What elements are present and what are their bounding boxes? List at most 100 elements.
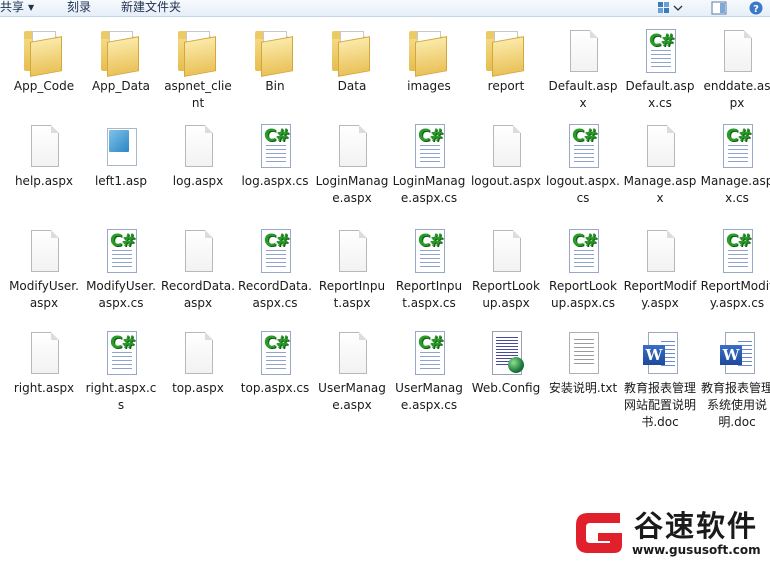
file-item[interactable]: ReportInput.aspx — [312, 227, 392, 312]
file-name-label: LoginManage.aspx.cs — [392, 174, 466, 205]
file-name-label: top.aspx — [172, 381, 224, 395]
file-item[interactable]: C# Default.aspx.cs — [620, 27, 700, 112]
view-options-icon[interactable] — [657, 1, 683, 15]
file-item[interactable]: Default.aspx — [543, 27, 623, 112]
file-item[interactable]: C# ReportInput.aspx.cs — [389, 227, 469, 312]
file-item[interactable]: log.aspx — [158, 122, 238, 190]
file-item[interactable]: Manage.aspx — [620, 122, 700, 207]
file-item[interactable]: RecordData.aspx — [158, 227, 238, 312]
file-item[interactable]: C# LoginManage.aspx.cs — [389, 122, 469, 207]
aspx-file-icon — [482, 227, 530, 275]
file-item[interactable]: App_Code — [4, 27, 84, 95]
file-item[interactable]: left1.asp — [81, 122, 161, 190]
file-name-label: left1.asp — [94, 174, 148, 188]
file-name-label: ReportLookup.aspx — [472, 279, 540, 310]
file-name-label: Default.aspx — [548, 79, 618, 110]
file-item[interactable]: enddate.aspx — [697, 27, 770, 112]
file-item[interactable]: images — [389, 27, 469, 95]
file-item[interactable]: C# Manage.aspx.cs — [697, 122, 770, 207]
file-name-label: 教育报表管理系统使用说明.doc — [700, 381, 770, 429]
file-item[interactable]: 安装说明.txt — [543, 329, 623, 397]
file-item[interactable]: aspnet_client — [158, 27, 238, 112]
file-item[interactable]: C# ReportLookup.aspx.cs — [543, 227, 623, 312]
aspx-file-icon — [20, 227, 68, 275]
file-item[interactable]: ReportModify.aspx — [620, 227, 700, 312]
file-item[interactable]: ModifyUser.aspx — [4, 227, 84, 312]
file-item[interactable]: logout.aspx — [466, 122, 546, 190]
folder-icon — [251, 27, 299, 77]
aspx-file-icon — [174, 227, 222, 275]
file-item[interactable]: C# ModifyUser.aspx.cs — [81, 227, 161, 312]
file-item[interactable]: Bin — [235, 27, 315, 95]
file-item[interactable]: C# RecordData.aspx.cs — [235, 227, 315, 312]
file-item[interactable]: C# ReportModify.aspx.cs — [697, 227, 770, 312]
dropdown-arrow-icon: ▼ — [28, 3, 35, 12]
watermark-url: www.gususoft.com — [632, 543, 761, 557]
preview-pane-icon[interactable] — [711, 1, 727, 15]
aspx-file-icon — [20, 329, 68, 377]
csharp-file-icon: C# — [405, 122, 453, 170]
file-item[interactable]: ReportLookup.aspx — [466, 227, 546, 312]
file-item[interactable]: report — [466, 27, 546, 95]
burn-button[interactable]: 刻录 — [67, 0, 91, 16]
aspx-file-icon — [174, 329, 222, 377]
file-item[interactable]: UserManage.aspx — [312, 329, 392, 414]
file-name-label: ReportLookup.aspx.cs — [549, 279, 617, 310]
word-document-icon: W — [636, 329, 684, 377]
file-name-label: ReportInput.aspx.cs — [395, 279, 463, 310]
file-name-label: LoginManage.aspx — [315, 174, 389, 205]
file-item[interactable]: C# log.aspx.cs — [235, 122, 315, 190]
file-item[interactable]: Data — [312, 27, 392, 95]
file-item[interactable]: LoginManage.aspx — [312, 122, 392, 207]
file-name-label: ReportInput.aspx — [318, 279, 386, 310]
aspx-file-icon — [174, 122, 222, 170]
aspx-file-icon — [328, 227, 376, 275]
share-button[interactable]: 共享 ▼ — [0, 0, 34, 16]
file-item[interactable]: right.aspx — [4, 329, 84, 397]
file-name-label: report — [487, 79, 525, 93]
share-label: 共享 — [0, 0, 25, 14]
file-item[interactable]: W 教育报表管理系统使用说明.doc — [697, 329, 770, 431]
file-name-label: 教育报表管理网站配置说明书.doc — [623, 381, 696, 429]
file-item[interactable]: top.aspx — [158, 329, 238, 397]
folder-icon — [405, 27, 453, 77]
aspx-file-icon — [636, 122, 684, 170]
file-name-label: ReportModify.aspx.cs — [700, 279, 770, 310]
folder-icon — [97, 27, 145, 77]
config-file-icon — [482, 329, 530, 377]
watermark: 谷速软件 www.gususoft.com — [570, 499, 770, 562]
csharp-file-icon: C# — [251, 329, 299, 377]
file-item[interactable]: W 教育报表管理网站配置说明书.doc — [620, 329, 700, 431]
file-name-label: RecordData.aspx.cs — [238, 279, 312, 310]
folder-icon — [328, 27, 376, 77]
csharp-file-icon: C# — [559, 227, 607, 275]
folder-icon — [174, 27, 222, 77]
csharp-file-icon: C# — [559, 122, 607, 170]
file-name-label: UserManage.aspx.cs — [395, 381, 463, 412]
file-name-label: right.aspx — [13, 381, 75, 395]
gususoft-logo-icon — [576, 513, 622, 553]
folder-icon — [20, 27, 68, 77]
watermark-name: 谷速软件 — [634, 509, 759, 543]
file-item[interactable]: C# top.aspx.cs — [235, 329, 315, 397]
help-icon[interactable]: ? — [748, 1, 764, 15]
file-name-label: Bin — [265, 79, 285, 93]
svg-text:?: ? — [753, 4, 759, 15]
aspx-file-icon — [482, 122, 530, 170]
file-name-label: enddate.aspx — [703, 79, 770, 110]
csharp-file-icon: C# — [251, 227, 299, 275]
file-item[interactable]: help.aspx — [4, 122, 84, 190]
aspx-file-icon — [20, 122, 68, 170]
word-document-icon: W — [713, 329, 761, 377]
file-name-label: images — [407, 79, 451, 93]
file-name-label: UserManage.aspx — [318, 381, 386, 412]
file-item[interactable]: C# logout.aspx.cs — [543, 122, 623, 207]
file-item[interactable]: Web.Config — [466, 329, 546, 397]
aspx-file-icon — [559, 27, 607, 75]
file-name-label: Manage.aspx — [623, 174, 697, 205]
file-item[interactable]: C# UserManage.aspx.cs — [389, 329, 469, 414]
file-name-label: Web.Config — [471, 381, 541, 395]
file-item[interactable]: App_Data — [81, 27, 161, 95]
new-folder-button[interactable]: 新建文件夹 — [121, 0, 181, 16]
file-item[interactable]: C# right.aspx.cs — [81, 329, 161, 414]
